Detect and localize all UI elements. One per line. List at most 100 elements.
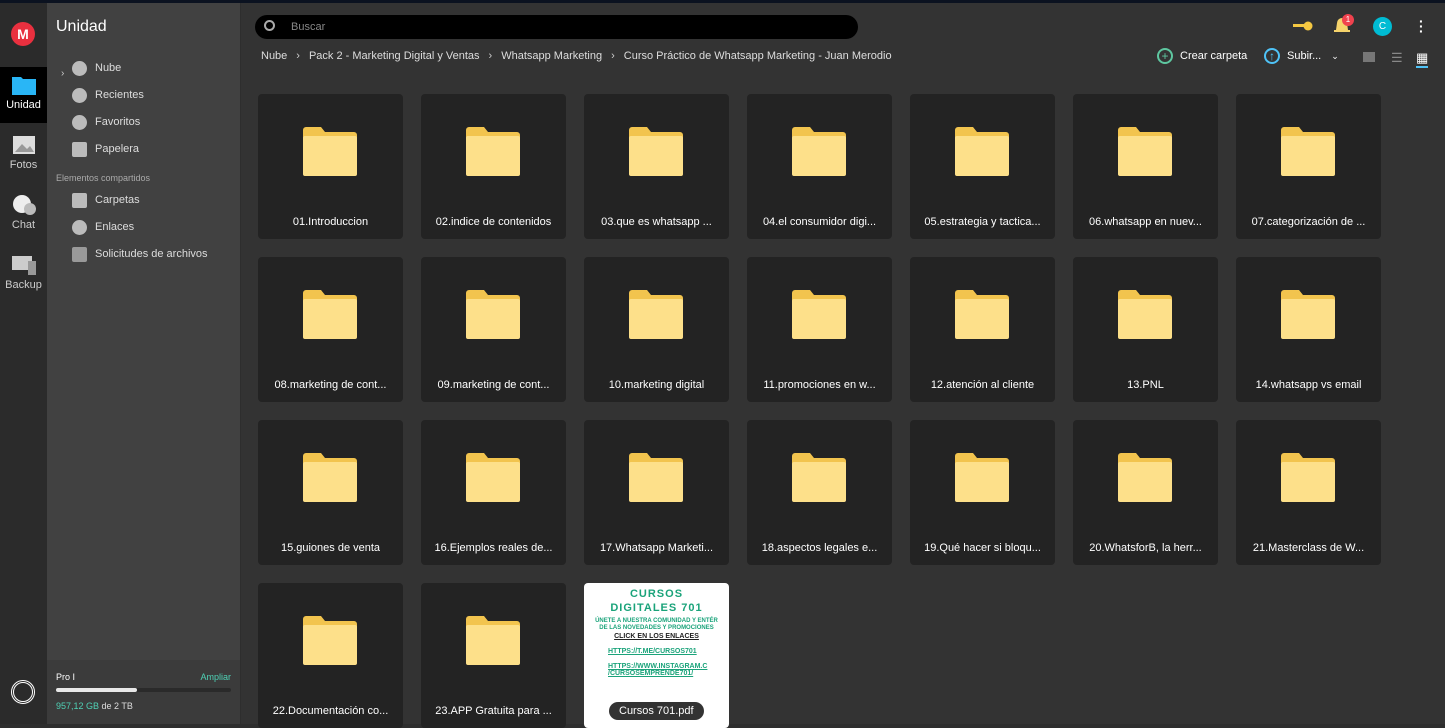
key-icon[interactable] xyxy=(1293,20,1313,32)
sidebar-item-favoritos[interactable]: Favoritos xyxy=(72,112,140,132)
more-menu-icon[interactable]: · · · xyxy=(1419,14,1424,38)
label: Solicitudes de archivos xyxy=(95,248,208,260)
folder-tile[interactable]: 21.Masterclass de W... xyxy=(1236,420,1381,565)
avatar[interactable]: C xyxy=(1373,17,1392,36)
folder-name: 02.indice de contenidos xyxy=(435,216,552,228)
folder-tile[interactable]: 08.marketing de cont... xyxy=(258,257,403,402)
file-tile-pdf[interactable]: CURSOS DIGITALES 701 ÚNETE A NUESTRA COMUN… xyxy=(584,583,729,728)
trash-icon xyxy=(72,141,87,157)
folder-tile[interactable]: 22.Documentación co... xyxy=(258,583,403,728)
create-folder-button[interactable]: + Crear carpeta xyxy=(1157,48,1247,64)
sidebar-item-solicitudes[interactable]: Solicitudes de archivos xyxy=(72,244,208,264)
folder-icon xyxy=(303,127,357,176)
folder-name: 17.Whatsapp Marketi... xyxy=(599,542,714,554)
breadcrumb-item[interactable]: Nube xyxy=(261,50,287,62)
folder-name: 21.Masterclass de W... xyxy=(1252,542,1365,554)
folder-name: 18.aspectos legales e... xyxy=(761,542,878,554)
folder-tile[interactable]: 11.promociones en w... xyxy=(747,257,892,402)
preview-text: HTTPS://WWW.INSTAGRAM.C /CURSOSEMPRENDE7… xyxy=(608,663,708,677)
folder-name: 10.marketing digital xyxy=(608,379,705,391)
folder-tile[interactable]: 04.el consumidor digi... xyxy=(747,94,892,239)
folder-tile[interactable]: 13.PNL xyxy=(1073,257,1218,402)
breadcrumb-item[interactable]: Whatsapp Marketing xyxy=(501,50,602,62)
folder-icon xyxy=(629,453,683,502)
sidebar-item-recientes[interactable]: Recientes xyxy=(72,85,144,105)
sidebar-item-papelera[interactable]: Papelera xyxy=(72,139,139,159)
rail-item-chat[interactable]: Chat xyxy=(0,187,47,243)
folder-tile[interactable]: 09.marketing de cont... xyxy=(421,257,566,402)
storage-panel: Pro I Ampliar 957,12 GB de 2 TB xyxy=(47,660,240,724)
folder-tile[interactable]: 06.whatsapp en nuev... xyxy=(1073,94,1218,239)
sidebar-item-enlaces[interactable]: Enlaces xyxy=(72,217,134,237)
folder-tile[interactable]: 07.categorización de ... xyxy=(1236,94,1381,239)
folder-tile[interactable]: 20.WhatsforB, la herr... xyxy=(1073,420,1218,565)
total-value: de 2 TB xyxy=(101,701,133,711)
link-icon xyxy=(72,219,87,235)
folder-name: 09.marketing de cont... xyxy=(437,379,550,391)
folder-tile[interactable]: 14.whatsapp vs email xyxy=(1236,257,1381,402)
folder-tile[interactable]: 16.Ejemplos reales de... xyxy=(421,420,566,565)
folder-name: 11.promociones en w... xyxy=(763,379,876,391)
preview-text: DIGITALES 701 xyxy=(610,602,703,614)
list-view-icon[interactable]: ☰ xyxy=(1391,50,1403,66)
notifications-button[interactable]: 1 xyxy=(1333,14,1354,34)
folder-tile[interactable]: 01.Introduccion xyxy=(258,94,403,239)
grid-view-icon[interactable]: ▦ xyxy=(1416,50,1429,68)
upgrade-link[interactable]: Ampliar xyxy=(200,672,231,682)
folder-name: 14.whatsapp vs email xyxy=(1255,379,1362,391)
rail-item-fotos[interactable]: Fotos xyxy=(0,127,47,183)
storage-used: 957,12 GB de 2 TB xyxy=(56,701,133,711)
folder-name: 05.estrategia y tactica... xyxy=(924,216,1041,228)
upload-button[interactable]: ↑ Subir... ⌄ xyxy=(1264,48,1339,64)
preview-text: DE LAS NOVEDADES Y PROMOCIONES xyxy=(599,625,714,631)
mega-logo[interactable]: M xyxy=(11,22,35,46)
folder-name: 08.marketing de cont... xyxy=(274,379,387,391)
search-placeholder: Buscar xyxy=(291,21,326,33)
folder-tile[interactable]: 17.Whatsapp Marketi... xyxy=(584,420,729,565)
app-rail: M Unidad Fotos Chat Backup xyxy=(0,3,47,724)
folder-icon xyxy=(303,616,357,665)
plus-icon: + xyxy=(1157,48,1173,64)
folder-icon xyxy=(955,127,1009,176)
folder-tile[interactable]: 10.marketing digital xyxy=(584,257,729,402)
chat-icon xyxy=(12,195,36,215)
heart-icon xyxy=(72,114,87,130)
rail-item-unidad[interactable]: Unidad xyxy=(0,67,47,123)
folder-tile[interactable]: 02.indice de contenidos xyxy=(421,94,566,239)
folder-tile[interactable]: 12.atención al cliente xyxy=(910,257,1055,402)
sidebar-item-nube[interactable]: Nube xyxy=(72,58,121,78)
folder-name: 19.Qué hacer si bloqu... xyxy=(924,542,1041,554)
folder-name: 15.guiones de venta xyxy=(280,542,381,554)
folder-icon xyxy=(955,453,1009,502)
gallery-view-icon[interactable] xyxy=(1363,52,1375,62)
chevron-down-icon[interactable]: ⌄ xyxy=(1331,51,1339,62)
folder-tile[interactable]: 03.que es whatsapp ... xyxy=(584,94,729,239)
preview-text: CURSOS xyxy=(629,588,684,600)
chevron-right-icon[interactable]: › xyxy=(61,68,64,79)
sidebar-title: Unidad xyxy=(56,18,107,35)
breadcrumb-item[interactable]: Pack 2 - Marketing Digital y Ventas xyxy=(309,50,480,62)
rail-label: Chat xyxy=(11,219,36,231)
label: Crear carpeta xyxy=(1180,50,1248,62)
folder-tile[interactable]: 18.aspectos legales e... xyxy=(747,420,892,565)
folder-tile[interactable]: 19.Qué hacer si bloqu... xyxy=(910,420,1055,565)
preview-text: CLICK EN LOS ENLACES xyxy=(614,633,699,640)
folder-icon xyxy=(466,616,520,665)
label: Recientes xyxy=(95,89,144,101)
folder-name: 20.WhatsforB, la herr... xyxy=(1089,542,1202,554)
folder-tile[interactable]: 15.guiones de venta xyxy=(258,420,403,565)
folder-icon xyxy=(629,127,683,176)
folder-tile[interactable]: 05.estrategia y tactica... xyxy=(910,94,1055,239)
folder-icon xyxy=(792,290,846,339)
folder-name: 07.categorización de ... xyxy=(1251,216,1366,228)
folder-icon xyxy=(792,127,846,176)
sidebar-item-carpetas[interactable]: Carpetas xyxy=(72,190,140,210)
rail-item-backup[interactable]: Backup xyxy=(0,247,47,303)
search-input[interactable]: Buscar xyxy=(255,15,858,39)
transfer-icon[interactable] xyxy=(11,680,35,704)
folder-name: 04.el consumidor digi... xyxy=(762,216,877,228)
folder-tile[interactable]: 23.APP Gratuita para ... xyxy=(421,583,566,728)
file-name: Cursos 701.pdf xyxy=(609,702,704,720)
cloud-icon xyxy=(72,60,87,76)
photo-icon xyxy=(12,136,35,154)
